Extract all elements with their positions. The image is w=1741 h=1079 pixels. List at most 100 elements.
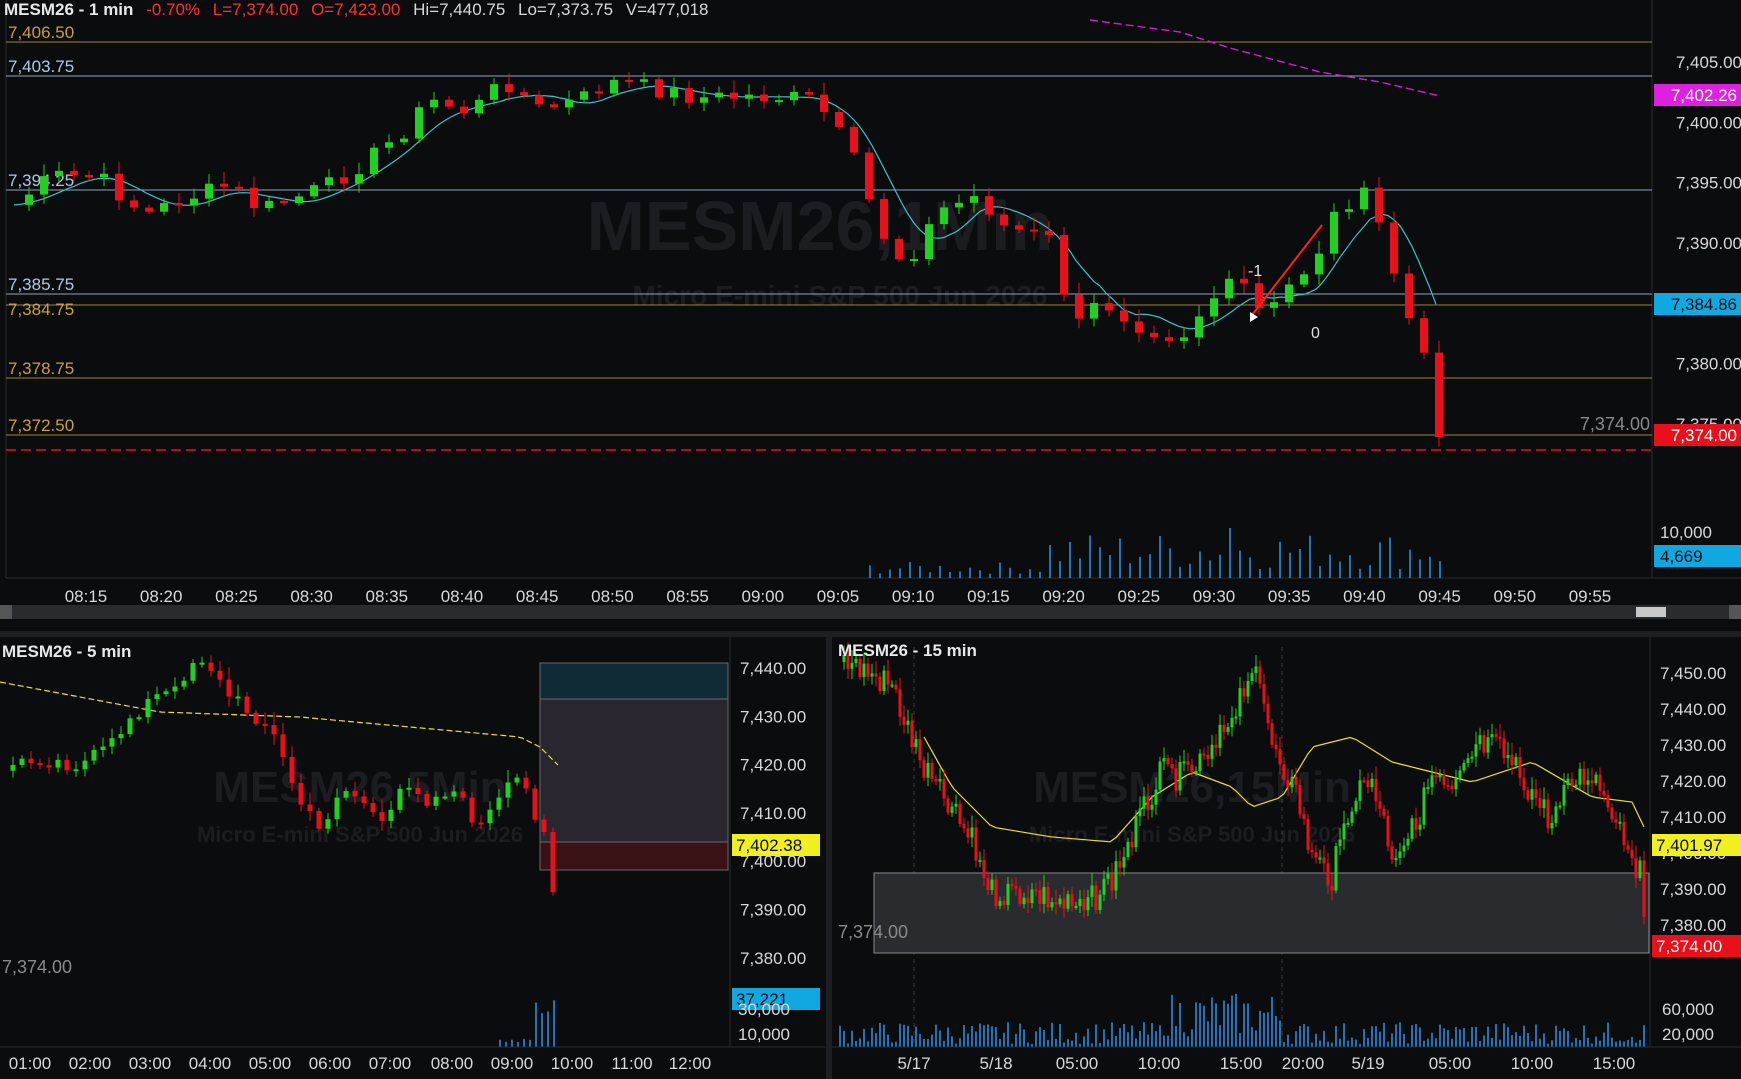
candle bbox=[1242, 688, 1246, 697]
candle bbox=[970, 196, 978, 203]
candle bbox=[70, 170, 78, 176]
volume-axis-label: 10,000 bbox=[1660, 523, 1712, 542]
time-axis-label: 09:30 bbox=[1193, 587, 1236, 606]
level-label: 7,378.75 bbox=[8, 359, 74, 378]
candle bbox=[10, 764, 16, 771]
candle bbox=[862, 663, 866, 677]
candle bbox=[550, 832, 556, 892]
candle bbox=[400, 138, 408, 143]
candle bbox=[1015, 225, 1023, 230]
candle bbox=[950, 806, 954, 813]
candle bbox=[343, 791, 349, 798]
candle bbox=[1134, 816, 1138, 848]
candle bbox=[1255, 283, 1263, 308]
candle bbox=[1466, 758, 1470, 764]
time-axis-label: 15:00 bbox=[1220, 1054, 1263, 1073]
candle bbox=[289, 756, 295, 783]
candle bbox=[160, 202, 168, 212]
candle bbox=[1165, 337, 1173, 341]
candle bbox=[1430, 775, 1434, 788]
candle bbox=[280, 200, 288, 204]
candle bbox=[1606, 795, 1610, 808]
candle bbox=[1366, 780, 1370, 788]
candle bbox=[1506, 755, 1510, 759]
candle bbox=[1582, 768, 1586, 785]
horizontal-scrollbar[interactable] bbox=[0, 605, 1741, 619]
time-axis-label: 05:00 bbox=[1056, 1054, 1099, 1073]
candle bbox=[1105, 303, 1113, 311]
candle bbox=[385, 142, 393, 148]
candle bbox=[415, 107, 423, 139]
level-label: 7,384.75 bbox=[8, 300, 74, 319]
candle bbox=[163, 691, 169, 695]
scroll-thumb[interactable] bbox=[1636, 607, 1666, 617]
candle bbox=[199, 662, 205, 665]
time-axis-label: 03:00 bbox=[129, 1054, 172, 1073]
candle bbox=[962, 823, 966, 829]
candle bbox=[1402, 845, 1406, 852]
price-axis-label: 7,380.00 bbox=[740, 949, 806, 968]
candle bbox=[1195, 316, 1203, 338]
candle bbox=[1334, 846, 1338, 891]
range-zone-box[interactable] bbox=[873, 872, 1650, 954]
candle bbox=[926, 763, 930, 778]
candle bbox=[974, 827, 978, 861]
candle bbox=[1420, 318, 1428, 353]
stop-zone-box[interactable] bbox=[539, 841, 729, 871]
scroll-right-button[interactable] bbox=[1729, 605, 1741, 619]
candle bbox=[906, 720, 910, 725]
candle bbox=[940, 207, 948, 225]
candle bbox=[208, 662, 214, 671]
volume-value: V=477,018 bbox=[625, 0, 709, 19]
time-axis-label: 08:55 bbox=[666, 587, 709, 606]
candle bbox=[745, 94, 753, 99]
candle bbox=[235, 186, 243, 189]
chart-watermark: MESM26,1Min bbox=[587, 187, 1054, 265]
candle bbox=[1066, 894, 1070, 909]
candle bbox=[145, 699, 151, 718]
candle bbox=[1470, 756, 1474, 759]
candle bbox=[955, 202, 963, 208]
time-axis-label: 07:00 bbox=[369, 1054, 412, 1073]
time-axis-label: 01:00 bbox=[9, 1054, 52, 1073]
candle bbox=[895, 238, 903, 260]
chart-watermark-subtitle: Micro E-mini S&P 500 Jun 2026 bbox=[633, 280, 1048, 311]
badge-ma-magenta: 7,402.26 bbox=[1654, 84, 1741, 106]
candle bbox=[352, 791, 358, 797]
candle bbox=[55, 170, 63, 177]
profit-zone-box[interactable] bbox=[539, 698, 729, 843]
candle bbox=[1094, 885, 1098, 911]
chart-1min-canvas[interactable]: MESM26,1Min Micro E-mini S&P 500 Jun 202… bbox=[0, 0, 1741, 633]
candle bbox=[1026, 897, 1030, 904]
chart-pane-1min[interactable]: MESM26,1Min Micro E-mini S&P 500 Jun 202… bbox=[0, 0, 1741, 633]
candle bbox=[1150, 804, 1154, 810]
candle bbox=[835, 111, 843, 127]
time-axis-label: 09:05 bbox=[817, 587, 860, 606]
chart-pane-15min[interactable]: MESM26,15Min Micro E-mini S&P 500 Jun 20… bbox=[832, 637, 1741, 1079]
candle bbox=[205, 183, 213, 199]
candle bbox=[775, 100, 783, 103]
chart-pane-5min[interactable]: MESM26,5Min Micro E-mini S&P 500 Jun 202… bbox=[0, 637, 826, 1079]
candle bbox=[685, 88, 693, 103]
candle bbox=[82, 760, 88, 770]
price-axis-label: 7,390.00 bbox=[740, 901, 806, 920]
candle bbox=[930, 763, 934, 779]
chart-15min-canvas[interactable]: MESM26,15Min Micro E-mini S&P 500 Jun 20… bbox=[832, 637, 1741, 1079]
candle bbox=[938, 779, 942, 782]
candle bbox=[1494, 734, 1498, 737]
time-axis-label: 11:00 bbox=[611, 1054, 652, 1073]
candle bbox=[46, 765, 52, 768]
candle bbox=[870, 673, 874, 677]
chart-5min-canvas[interactable]: MESM26,5Min Micro E-mini S&P 500 Jun 202… bbox=[0, 637, 826, 1079]
candle bbox=[1058, 898, 1062, 905]
candle bbox=[1534, 789, 1538, 799]
time-axis-label: 08:50 bbox=[591, 587, 634, 606]
volume-axis-label-bottom: 20,000 bbox=[1662, 1025, 1714, 1044]
badge-price-yellow: 7,401.97 bbox=[1652, 834, 1741, 856]
candle bbox=[1398, 851, 1402, 859]
scroll-left-button[interactable] bbox=[0, 605, 12, 619]
candle bbox=[175, 202, 183, 206]
candle bbox=[1170, 763, 1174, 769]
target-zone-box[interactable] bbox=[539, 662, 729, 700]
time-axis-label: 09:25 bbox=[1118, 587, 1161, 606]
